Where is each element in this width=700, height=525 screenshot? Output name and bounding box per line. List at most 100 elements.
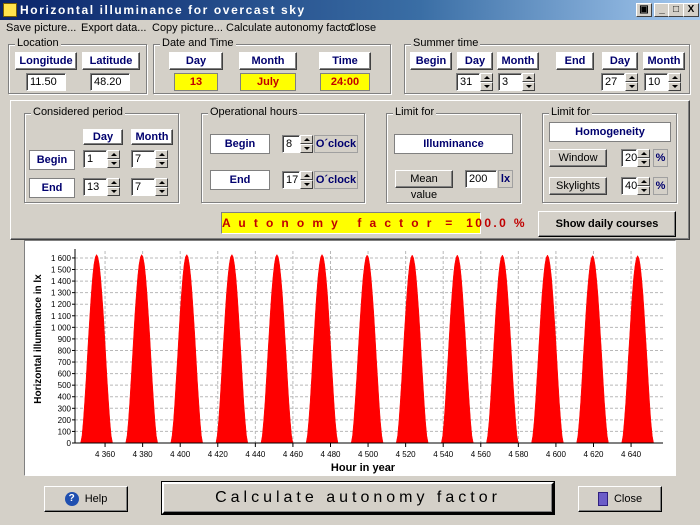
close-window-button[interactable]: X bbox=[683, 3, 699, 17]
door-icon bbox=[597, 492, 608, 507]
hours-begin-unit: O´clock bbox=[314, 135, 358, 153]
maximize-button[interactable]: □ bbox=[668, 3, 684, 17]
x-tick-label: 4 480 bbox=[320, 450, 341, 459]
help-button[interactable]: ? Help bbox=[44, 486, 128, 512]
help-icon: ? bbox=[64, 492, 79, 507]
y-tick-label: 1 600 bbox=[51, 254, 72, 263]
summer-begin-day-header: Day bbox=[457, 52, 493, 70]
y-tick-label: 500 bbox=[58, 381, 72, 390]
period-end-button[interactable]: End bbox=[29, 178, 75, 198]
y-tick-label: 1 000 bbox=[51, 323, 72, 332]
x-tick-label: 4 600 bbox=[546, 450, 567, 459]
summer-time-group: Summer time Begin Day Month End Day Mont… bbox=[404, 37, 690, 94]
skylights-field[interactable]: 40 bbox=[621, 177, 637, 195]
title-bar: Horizontal illuminance for overcast sky … bbox=[0, 0, 700, 20]
summer-end-month-header: Month bbox=[643, 52, 685, 70]
hours-begin-button[interactable]: Begin bbox=[210, 134, 270, 154]
show-daily-courses-button[interactable]: Show daily courses bbox=[538, 211, 676, 237]
y-axis-label: Horizontal illuminance in lx bbox=[33, 274, 44, 404]
day-header: Day bbox=[169, 52, 223, 70]
y-tick-label: 700 bbox=[58, 358, 72, 367]
menu-copy-picture[interactable]: Copy picture... bbox=[152, 22, 223, 34]
y-tick-label: 800 bbox=[58, 346, 72, 355]
close-button[interactable]: Close bbox=[578, 486, 662, 512]
lux-unit: lx bbox=[498, 170, 513, 188]
hours-end-spinner[interactable] bbox=[300, 171, 313, 189]
menu-export-data[interactable]: Export data... bbox=[81, 22, 146, 34]
summer-begin-month-header: Month bbox=[497, 52, 539, 70]
y-tick-label: 600 bbox=[58, 370, 72, 379]
summer-end-month-field[interactable]: 10 bbox=[644, 73, 668, 91]
summer-begin-month-field[interactable]: 3 bbox=[498, 73, 522, 91]
summer-begin-button[interactable]: Begin bbox=[410, 52, 452, 70]
operational-hours-group: Operational hours Begin 8 O´clock End 17… bbox=[201, 106, 365, 203]
hours-end-button[interactable]: End bbox=[210, 170, 270, 190]
considered-period-group: Considered period Day Month Begin 1 7 En… bbox=[24, 106, 179, 203]
x-tick-label: 4 440 bbox=[245, 450, 266, 459]
y-tick-label: 900 bbox=[58, 335, 72, 344]
x-tick-label: 4 360 bbox=[95, 450, 116, 459]
skylights-spinner[interactable] bbox=[637, 177, 650, 195]
period-end-month-spinner[interactable] bbox=[155, 178, 168, 196]
summer-end-button[interactable]: End bbox=[556, 52, 594, 70]
hours-end-unit: O´clock bbox=[314, 171, 358, 189]
date-month-value[interactable]: July bbox=[240, 73, 296, 91]
longitude-field[interactable]: 11.50 bbox=[26, 73, 66, 91]
close-label: Close bbox=[613, 493, 643, 506]
latitude-field[interactable]: 48.20 bbox=[90, 73, 130, 91]
period-begin-month-field[interactable]: 7 bbox=[131, 150, 155, 168]
homogeneity-button[interactable]: Homogeneity bbox=[549, 122, 671, 142]
mean-value-label: Mean value bbox=[395, 170, 453, 201]
period-begin-button[interactable]: Begin bbox=[29, 150, 75, 170]
tool-icon[interactable]: ▣ bbox=[636, 3, 652, 17]
limit-homogeneity-group: Limit for Homogeneity Window 20 % Skylig… bbox=[542, 106, 677, 203]
x-tick-label: 4 620 bbox=[583, 450, 604, 459]
x-tick-label: 4 500 bbox=[358, 450, 379, 459]
period-begin-month-spinner[interactable] bbox=[155, 150, 168, 168]
hours-begin-field[interactable]: 8 bbox=[282, 135, 300, 153]
x-tick-label: 4 380 bbox=[133, 450, 154, 459]
period-end-day-field[interactable]: 13 bbox=[83, 178, 107, 196]
summer-begin-day-spinner[interactable] bbox=[480, 73, 493, 91]
hours-begin-spinner[interactable] bbox=[300, 135, 313, 153]
limit-illuminance-label: Limit for bbox=[393, 106, 437, 118]
summer-end-month-spinner[interactable] bbox=[668, 73, 681, 91]
x-tick-label: 4 580 bbox=[508, 450, 529, 459]
x-tick-label: 4 520 bbox=[396, 450, 417, 459]
summer-end-day-field[interactable]: 27 bbox=[601, 73, 625, 91]
period-end-day-spinner[interactable] bbox=[107, 178, 120, 196]
chart-panel: 0 100 200 300 400 500 600 700 800 900 1 000 1 100 1 … bbox=[24, 240, 676, 476]
period-end-month-field[interactable]: 7 bbox=[131, 178, 155, 196]
time-header: Time bbox=[319, 52, 371, 70]
hours-end-field[interactable]: 17 bbox=[282, 171, 300, 189]
calculate-autonomy-button[interactable]: Calculate autonomy factor bbox=[162, 482, 554, 514]
mean-value-field[interactable]: 200 bbox=[465, 170, 497, 188]
menu-bar: Save picture... Export data... Copy pict… bbox=[0, 20, 700, 38]
period-begin-day-spinner[interactable] bbox=[107, 150, 120, 168]
x-tick-label: 4 400 bbox=[170, 450, 191, 459]
summer-time-group-label: Summer time bbox=[411, 37, 481, 49]
latitude-header: Latitude bbox=[82, 52, 140, 70]
y-tick-label: 0 bbox=[67, 439, 72, 448]
summer-begin-day-field[interactable]: 31 bbox=[456, 73, 480, 91]
y-tick-label: 1 200 bbox=[51, 300, 72, 309]
summer-end-day-spinner[interactable] bbox=[625, 73, 638, 91]
window-title: Horizontal illuminance for overcast sky bbox=[20, 3, 306, 17]
illuminance-button[interactable]: Illuminance bbox=[394, 134, 513, 154]
skylights-label: Skylights bbox=[549, 177, 607, 195]
period-begin-day-field[interactable]: 1 bbox=[83, 150, 107, 168]
window-spinner[interactable] bbox=[637, 149, 650, 167]
menu-save-picture[interactable]: Save picture... bbox=[6, 22, 76, 34]
summer-begin-month-spinner[interactable] bbox=[522, 73, 535, 91]
considered-period-label: Considered period bbox=[31, 106, 125, 118]
period-month-header: Month bbox=[131, 129, 173, 145]
menu-close[interactable]: Close bbox=[348, 22, 376, 34]
limit-illuminance-group: Limit for Illuminance Mean value 200 lx bbox=[386, 106, 521, 203]
date-day-value[interactable]: 13 bbox=[174, 73, 218, 91]
y-tick-label: 1 300 bbox=[51, 289, 72, 298]
window-field[interactable]: 20 bbox=[621, 149, 637, 167]
longitude-header: Longitude bbox=[15, 52, 77, 70]
y-tick-label: 300 bbox=[58, 404, 72, 413]
menu-calculate-autonomy[interactable]: Calculate autonomy factor bbox=[226, 22, 354, 34]
time-value[interactable]: 24:00 bbox=[320, 73, 370, 91]
